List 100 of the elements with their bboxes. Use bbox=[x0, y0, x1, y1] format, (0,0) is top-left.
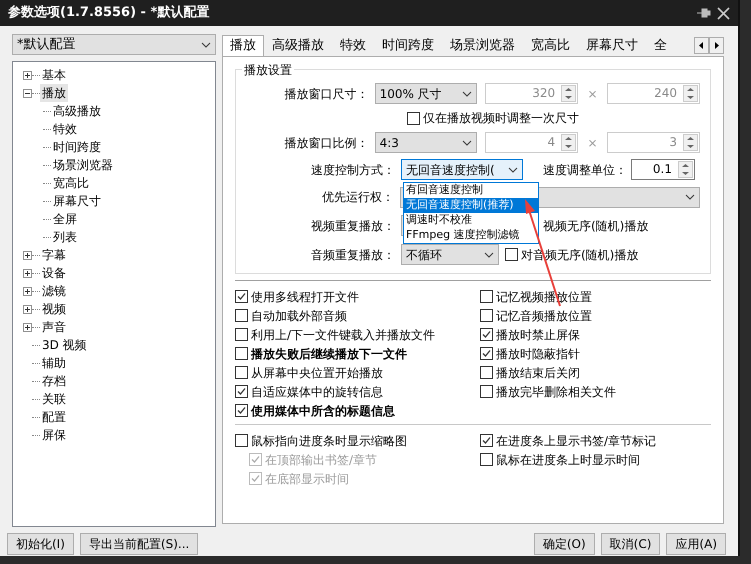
caret-icon bbox=[508, 166, 518, 172]
checkbox[interactable] bbox=[505, 248, 518, 261]
dropdown-option[interactable]: FFmpeg 速度控制滤镜 bbox=[404, 228, 538, 243]
tree-item[interactable]: 滤镜 bbox=[40, 282, 68, 300]
tab[interactable]: 宽高比 bbox=[523, 35, 578, 56]
checkbox-label: 视频无序(随机)播放 bbox=[543, 218, 648, 234]
tree-item[interactable]: 字幕 bbox=[40, 246, 68, 264]
tree-item[interactable]: 3D 视频 bbox=[40, 336, 89, 354]
tree-item[interactable]: 高级播放 bbox=[51, 102, 103, 120]
tree-item[interactable]: 配置 bbox=[40, 408, 68, 426]
tree-item[interactable]: 关联 bbox=[40, 390, 68, 408]
times-sign: × bbox=[586, 86, 599, 102]
checkbox[interactable] bbox=[235, 385, 248, 398]
group-title: 播放设置 bbox=[242, 61, 294, 79]
number-field[interactable]: 0.1 bbox=[631, 159, 695, 180]
checkbox[interactable] bbox=[480, 434, 493, 447]
tree-item[interactable]: 设备 bbox=[40, 264, 68, 282]
dropdown[interactable]: 100% 尺寸 bbox=[374, 83, 477, 104]
spin-arrows-icon[interactable] bbox=[561, 85, 576, 102]
spin-arrows-icon[interactable] bbox=[683, 134, 698, 151]
tree-item[interactable]: 视频 bbox=[40, 300, 68, 318]
number-field[interactable]: 4 bbox=[484, 132, 578, 153]
tree-item[interactable]: 屏保 bbox=[40, 426, 68, 444]
checkbox[interactable] bbox=[235, 434, 248, 447]
expand-icon[interactable] bbox=[23, 286, 32, 296]
checkbox-label: 自动加载外部音频 bbox=[251, 308, 347, 324]
checkbox[interactable] bbox=[480, 366, 493, 379]
expand-icon[interactable] bbox=[23, 70, 32, 80]
dropdown-option[interactable]: 有回音速度控制 bbox=[404, 183, 538, 198]
button[interactable]: 导出当前配置(S)... bbox=[80, 533, 198, 555]
spin-arrows-icon[interactable] bbox=[683, 85, 698, 102]
checkbox[interactable] bbox=[235, 290, 248, 303]
spin-arrows-icon[interactable] bbox=[678, 161, 693, 178]
tab[interactable]: 高级播放 bbox=[264, 35, 332, 56]
checkbox-label: 在底部显示时间 bbox=[265, 470, 349, 488]
expand-icon[interactable] bbox=[23, 304, 32, 314]
tree-item[interactable]: 基本 bbox=[40, 66, 68, 84]
dropdown-option[interactable]: 无回音速度控制(推荐) bbox=[404, 198, 538, 213]
dropdown[interactable]: 无回音速度控制( bbox=[401, 159, 523, 180]
spin-arrows-icon[interactable] bbox=[561, 134, 576, 151]
checkbox[interactable] bbox=[480, 385, 493, 398]
tree-item[interactable]: 屏幕尺寸 bbox=[51, 192, 103, 210]
tree-item[interactable]: 特效 bbox=[51, 120, 79, 138]
tree-item[interactable]: 播放 bbox=[40, 84, 68, 102]
checkbox[interactable] bbox=[235, 347, 248, 360]
dropdown[interactable]: 4:3 bbox=[374, 132, 477, 153]
checkbox[interactable] bbox=[407, 112, 420, 124]
caret-icon bbox=[484, 252, 494, 258]
tree-item[interactable]: 时间跨度 bbox=[51, 138, 103, 156]
checkbox-label: 播放结束后关闭 bbox=[496, 364, 580, 382]
tree-item[interactable]: 场景浏览器 bbox=[51, 156, 115, 174]
checkbox[interactable] bbox=[480, 290, 493, 303]
dropdown[interactable]: 不循环 bbox=[401, 244, 499, 265]
collapse-icon[interactable] bbox=[23, 88, 32, 98]
checkbox[interactable] bbox=[480, 453, 493, 466]
field-label: 优先运行权： bbox=[320, 189, 395, 206]
checkbox-label: 从屏幕中央位置开始播放 bbox=[251, 364, 383, 382]
checkbox[interactable] bbox=[235, 328, 248, 341]
close-icon[interactable] bbox=[717, 6, 730, 20]
checkbox[interactable] bbox=[235, 366, 248, 379]
checkbox[interactable] bbox=[480, 328, 493, 341]
checkbox[interactable] bbox=[480, 347, 493, 360]
button[interactable]: 确定(O) bbox=[534, 533, 595, 555]
tab[interactable]: 播放 bbox=[222, 35, 264, 56]
tree-item[interactable]: 全屏 bbox=[51, 210, 79, 228]
profile-select[interactable]: *默认配置 bbox=[12, 34, 216, 55]
tab[interactable]: 场景浏览器 bbox=[442, 35, 523, 56]
number-field[interactable]: 320 bbox=[484, 83, 578, 104]
checkbox-label: 播放失败后继续播放下一文件 bbox=[251, 346, 407, 362]
number-field[interactable]: 240 bbox=[606, 83, 700, 104]
button[interactable]: 初始化(I) bbox=[7, 533, 74, 555]
window-title: 参数选项(1.7.8556) - *默认配置 bbox=[8, 4, 210, 22]
expand-icon[interactable] bbox=[23, 322, 32, 332]
expand-icon[interactable] bbox=[23, 268, 32, 278]
checkbox[interactable] bbox=[235, 404, 248, 417]
tab[interactable]: 特效 bbox=[332, 35, 374, 56]
dropdown-option[interactable]: 调速时不校准 bbox=[404, 213, 538, 228]
tab[interactable]: 全 bbox=[646, 35, 675, 56]
tree-item[interactable]: 列表 bbox=[51, 228, 79, 246]
checkbox-label: 利用上/下一文件键载入并播放文件 bbox=[251, 326, 436, 344]
scroll-right-icon[interactable] bbox=[709, 37, 724, 54]
times-sign: × bbox=[586, 134, 599, 152]
pin-icon[interactable] bbox=[697, 8, 711, 18]
tab[interactable]: 时间跨度 bbox=[374, 35, 442, 56]
tab[interactable]: 屏幕尺寸 bbox=[578, 35, 646, 56]
field-label: 音频重复播放： bbox=[310, 246, 396, 264]
tree-item[interactable]: 宽高比 bbox=[51, 174, 91, 192]
button[interactable]: 应用(A) bbox=[666, 533, 726, 555]
scroll-left-icon[interactable] bbox=[694, 37, 709, 54]
button[interactable]: 取消(C) bbox=[600, 533, 660, 555]
tree-item[interactable]: 存档 bbox=[40, 372, 68, 390]
checkbox-label: 仅在播放视频时调整一次尺寸 bbox=[423, 110, 579, 127]
expand-icon[interactable] bbox=[23, 250, 32, 260]
tree-item[interactable]: 辅助 bbox=[40, 354, 68, 372]
number-field[interactable]: 3 bbox=[606, 132, 700, 153]
checkbox-label: 记忆音频播放位置 bbox=[496, 308, 592, 324]
checkbox[interactable] bbox=[480, 309, 493, 322]
checkbox-label: 播放时禁止屏保 bbox=[496, 326, 580, 344]
checkbox[interactable] bbox=[235, 309, 248, 322]
tree-item[interactable]: 声音 bbox=[40, 318, 68, 336]
